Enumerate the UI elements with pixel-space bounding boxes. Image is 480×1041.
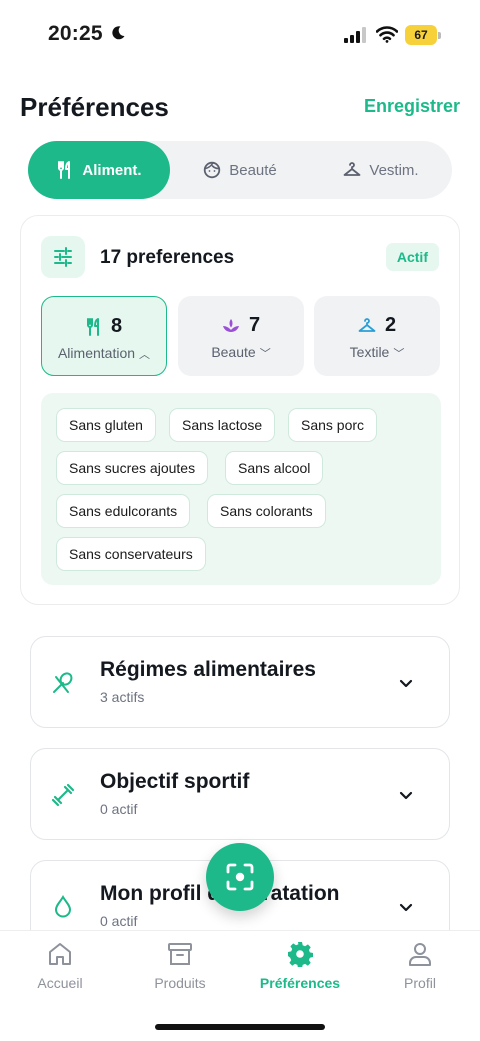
tab-preferences[interactable]: Préférences: [240, 941, 360, 991]
battery-level: 67: [405, 25, 437, 45]
tab-profil[interactable]: Profil: [360, 941, 480, 991]
active-preferences-tags: Sans gluten Sans lactose Sans porc Sans …: [41, 393, 441, 585]
chevron-down-icon: [399, 679, 413, 688]
segment-aliment[interactable]: Aliment.: [28, 141, 170, 199]
status-badge: Actif: [385, 243, 439, 271]
home-icon: [49, 943, 71, 965]
tab-produits[interactable]: Produits: [120, 941, 240, 991]
preference-tag[interactable]: Sans lactose: [169, 408, 276, 442]
section-objectif-sportif[interactable]: Objectif sportif 0 actif: [30, 748, 450, 840]
wifi-icon: [376, 26, 398, 43]
save-button[interactable]: Enregistrer: [364, 96, 460, 117]
moon-icon: [112, 26, 125, 40]
fork-knife-icon: [58, 161, 71, 179]
tab-accueil[interactable]: Accueil: [0, 941, 120, 991]
page-title: Préférences: [20, 92, 169, 122]
segment-label: Vestim.: [369, 161, 419, 179]
preferences-summary-card: 17 preferences Actif 8 Alimentation ︿ 7 B…: [20, 215, 460, 605]
lotus-icon: [222, 318, 239, 332]
tab-label: Accueil: [37, 975, 83, 991]
section-regimes-alimentaires[interactable]: Régimes alimentaires 3 actifs: [30, 636, 450, 728]
cellular-signal-icon: [344, 27, 366, 43]
salad-icon: [53, 672, 73, 693]
category-count: 2: [384, 314, 397, 336]
status-time: 20:25: [48, 22, 103, 45]
user-icon: [409, 943, 431, 966]
face-icon: [204, 161, 221, 179]
preference-tag[interactable]: Sans alcool: [225, 451, 324, 485]
category-label: Beaute: [211, 344, 256, 360]
scan-icon: [226, 863, 254, 891]
preference-tag[interactable]: Sans sucres ajoutes: [56, 451, 209, 485]
category-card-alimentation[interactable]: 8 Alimentation ︿: [41, 296, 167, 376]
gear-icon: [288, 942, 313, 967]
section-subtitle: 0 actif: [100, 801, 138, 817]
battery-tip: [438, 32, 441, 39]
section-title: Objectif sportif: [100, 770, 250, 793]
category-segmented-control: Aliment. Beauté Vestim.: [28, 141, 452, 199]
chevron-down-icon: [399, 903, 413, 912]
preference-tag[interactable]: Sans colorants: [207, 494, 326, 528]
home-indicator: [155, 1024, 325, 1030]
segment-vestim[interactable]: Vestim.: [310, 141, 452, 199]
segment-label: Beauté: [229, 161, 277, 179]
preference-tag[interactable]: Sans porc: [288, 408, 378, 442]
category-count: 8: [110, 315, 123, 337]
tab-label: Profil: [404, 975, 436, 991]
tab-label: Produits: [154, 975, 206, 991]
page-header: Préférences Enregistrer: [20, 90, 460, 126]
chevron-down-icon: [399, 791, 413, 800]
section-subtitle: 3 actifs: [100, 689, 145, 705]
segment-label: Aliment.: [82, 161, 142, 179]
hanger-icon: [344, 162, 361, 176]
category-label: Textile: [349, 344, 390, 360]
battery-indicator: 67: [405, 25, 441, 45]
hanger-icon: [358, 317, 376, 332]
section-subtitle: 0 actif: [100, 913, 138, 929]
preferences-count-title: 17 preferences: [100, 247, 235, 268]
chevron-down-icon: ﹀: [393, 348, 405, 360]
preference-tag[interactable]: Sans gluten: [56, 408, 156, 442]
preference-tag[interactable]: Sans conservateurs: [56, 537, 206, 571]
segment-beaute[interactable]: Beauté: [170, 141, 310, 199]
status-bar: 20:25 67: [0, 0, 480, 72]
chevron-down-icon: ﹀: [259, 348, 271, 360]
category-card-textile[interactable]: 2 Textile ﹀: [314, 296, 440, 376]
section-title: Régimes alimentaires: [100, 658, 316, 681]
category-card-beaute[interactable]: 7 Beaute ﹀: [178, 296, 304, 376]
tab-label: Préférences: [259, 975, 341, 991]
fork-knife-icon: [86, 317, 99, 336]
sliders-icon: [41, 236, 85, 278]
category-label: Alimentation: [57, 345, 136, 361]
preference-tag[interactable]: Sans edulcorants: [56, 494, 191, 528]
category-count: 7: [248, 314, 261, 336]
chevron-up-icon: ︿: [139, 349, 151, 361]
dumbbell-icon: [51, 783, 75, 807]
droplet-icon: [54, 895, 72, 918]
scan-button[interactable]: [206, 843, 274, 911]
archive-box-icon: [168, 943, 192, 965]
